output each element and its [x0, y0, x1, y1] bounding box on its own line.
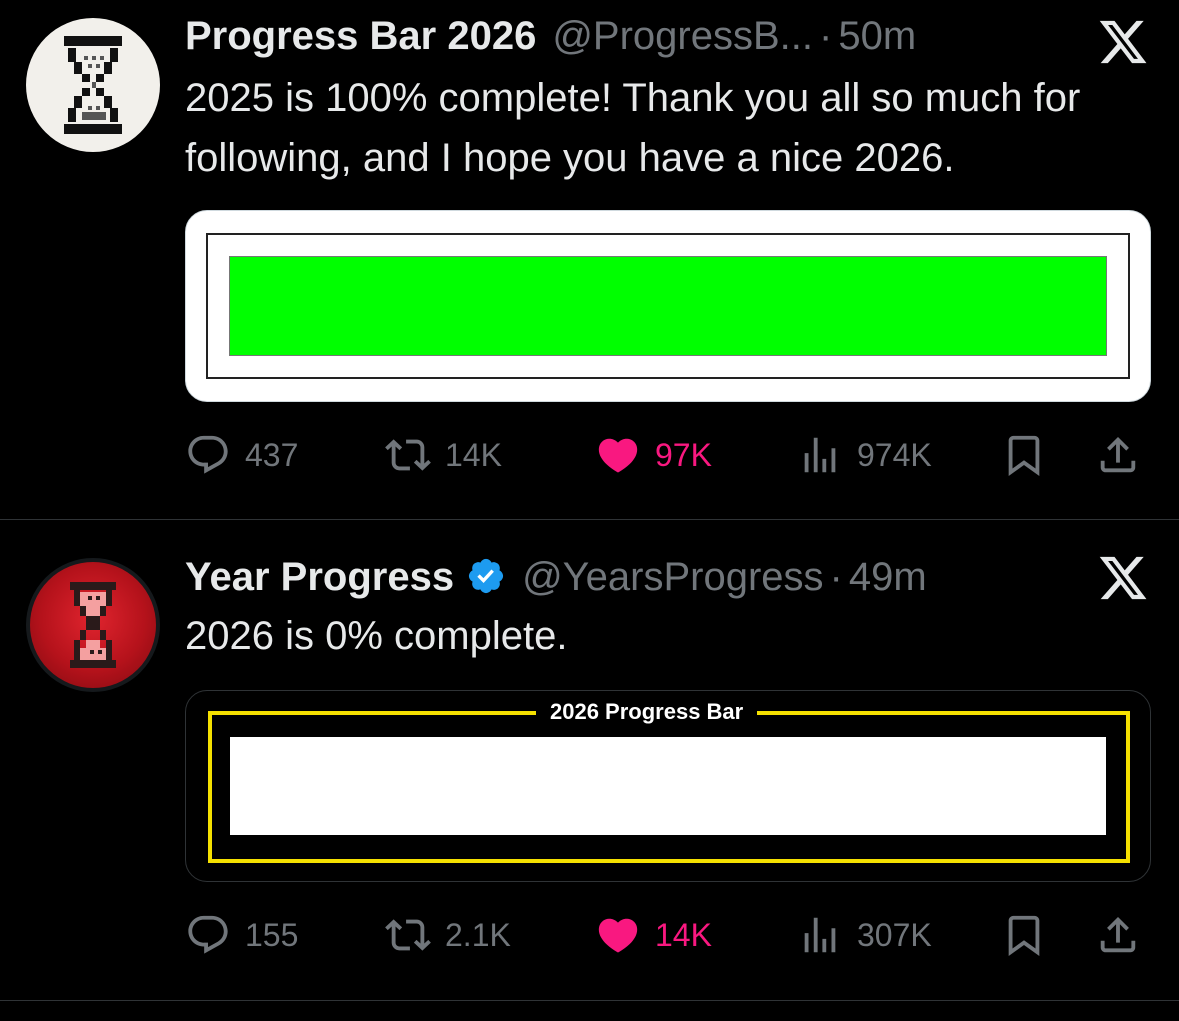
bookmark-button[interactable]	[1001, 430, 1047, 480]
verified-badge-icon	[468, 558, 504, 594]
display-name[interactable]: Progress Bar 2026	[185, 14, 536, 59]
tweet-header: Progress Bar 2026 @ProgressB... · 50m	[185, 14, 916, 60]
bookmark-icon	[1008, 915, 1040, 956]
action-bar: 155 2.1K 14K 307K	[185, 910, 1151, 960]
hourglass-icon	[64, 36, 122, 134]
repost-arrows-icon	[385, 439, 431, 471]
reply-button[interactable]: 437	[185, 430, 298, 480]
tweet-divider	[0, 1000, 1179, 1001]
avatar[interactable]	[26, 18, 160, 152]
reply-button[interactable]: 155	[185, 910, 298, 960]
tweet-media-image[interactable]: 2026 Progress Bar	[185, 690, 1151, 882]
avatar[interactable]	[26, 558, 160, 692]
display-name[interactable]: Year Progress	[185, 555, 454, 600]
repost-arrows-icon	[385, 919, 431, 951]
tweet[interactable]: Progress Bar 2026 @ProgressB... · 50m 20…	[0, 0, 1179, 520]
view-count: 307K	[857, 916, 932, 953]
bar-chart-icon	[804, 917, 836, 953]
repost-button[interactable]: 2.1K	[385, 910, 511, 960]
separator-dot: ·	[819, 14, 833, 58]
heart-icon	[598, 918, 638, 953]
share-button[interactable]	[1095, 910, 1141, 960]
like-count: 14K	[655, 916, 712, 953]
like-count: 97K	[655, 436, 712, 473]
hourglass-icon	[70, 582, 116, 668]
like-button[interactable]: 14K	[595, 910, 712, 960]
tweet-text: 2026 is 0% complete.	[185, 614, 568, 658]
x-logo-icon	[1099, 20, 1147, 64]
tweet-media-image[interactable]	[185, 210, 1151, 402]
reply-count: 437	[245, 436, 299, 473]
reply-count: 155	[245, 916, 299, 953]
tweet-text: 2025 is 100% complete! Thank you all so …	[185, 76, 1081, 180]
timestamp[interactable]: 50m	[838, 14, 916, 59]
progress-bar-track	[230, 737, 1106, 835]
like-button[interactable]: 97K	[595, 430, 712, 480]
tweet-header: Year Progress @YearsProgress · 49m	[185, 550, 927, 599]
repost-count: 14K	[445, 436, 502, 473]
share-upload-icon	[1100, 916, 1136, 953]
x-logo-icon	[1099, 556, 1147, 600]
speech-bubble-icon	[188, 915, 228, 954]
bookmark-button[interactable]	[1001, 910, 1047, 960]
user-handle[interactable]: @YearsProgress	[522, 555, 823, 600]
progress-bar-track	[229, 256, 1107, 356]
progress-bar-fill	[229, 256, 1107, 356]
repost-button[interactable]: 14K	[385, 430, 502, 480]
bar-chart-icon	[804, 437, 836, 473]
separator-dot: ·	[829, 555, 843, 599]
view-count: 974K	[857, 436, 932, 473]
views-button[interactable]: 974K	[797, 430, 932, 480]
speech-bubble-icon	[188, 435, 228, 474]
views-button[interactable]: 307K	[797, 910, 932, 960]
action-bar: 437 14K 97K 974K	[185, 430, 1151, 480]
bookmark-icon	[1008, 435, 1040, 476]
share-upload-icon	[1100, 436, 1136, 473]
timestamp[interactable]: 49m	[849, 555, 927, 600]
heart-icon	[598, 438, 638, 473]
repost-count: 2.1K	[445, 916, 511, 953]
tweet[interactable]: Year Progress @YearsProgress · 49m 2026 …	[0, 520, 1179, 1001]
user-handle[interactable]: @ProgressB...	[552, 14, 813, 59]
share-button[interactable]	[1095, 430, 1141, 480]
progress-bar-title: 2026 Progress Bar	[536, 697, 758, 727]
